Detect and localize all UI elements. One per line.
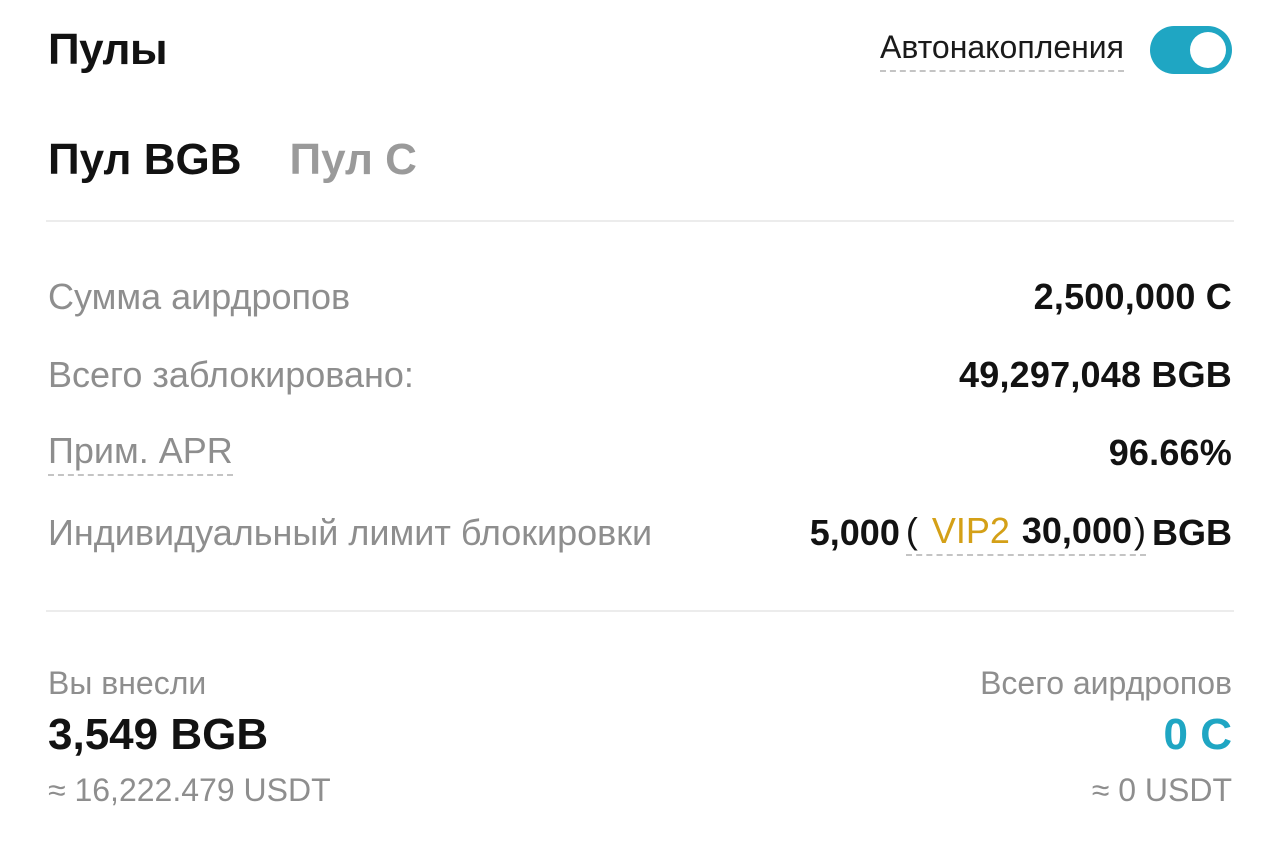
lock-limit-unit: BGB — [1152, 512, 1232, 553]
divider — [46, 610, 1234, 612]
pools-page: Пулы Автонакопления Пул BGB Пул C Сумма … — [0, 0, 1280, 845]
summary-section: Вы внесли 3,549 BGB ≈ 16,222.479 USDT Вс… — [48, 660, 1232, 816]
paren-close: ) — [1134, 510, 1146, 551]
vip-limit-tooltip-trigger[interactable]: ( VIP2 30,000 ) — [905, 510, 1146, 556]
tab-pool-c[interactable]: Пул C — [289, 132, 416, 188]
deposited-usdt: ≈ 16,222.479 USDT — [48, 772, 331, 808]
apr-value: 96.66% — [1108, 432, 1232, 473]
airdrop-sum-value: 2,500,000 C — [1033, 276, 1232, 317]
airdrops-value: 0 C — [1163, 710, 1232, 759]
lock-limit-row: Индивидуальный лимит блокировки 5,000 ( … — [48, 508, 1232, 558]
toggle-knob — [1190, 32, 1226, 68]
lock-limit-amount: 5,000 — [809, 512, 900, 553]
total-locked-label: Всего заблокировано: — [48, 354, 414, 395]
total-locked-value: 49,297,048 BGB — [959, 354, 1232, 395]
header: Пулы Автонакопления — [48, 20, 1232, 80]
airdrops-label: Всего аирдропов — [980, 665, 1232, 701]
airdrop-sum-row: Сумма аирдропов 2,500,000 C — [48, 272, 1232, 322]
paren-open: ( — [905, 510, 918, 551]
vip-limit-amount: 30,000 — [1021, 510, 1132, 551]
divider — [46, 220, 1234, 222]
tab-pool-bgb[interactable]: Пул BGB — [48, 132, 241, 188]
lock-limit-label: Индивидуальный лимит блокировки — [48, 512, 653, 553]
airdrops-usdt: ≈ 0 USDT — [1091, 772, 1232, 808]
lock-limit-value: 5,000 ( VIP2 30,000 ) BGB — [810, 510, 1232, 556]
deposited-column: Вы внесли 3,549 BGB ≈ 16,222.479 USDT — [48, 660, 331, 816]
apr-label[interactable]: Прим. APR — [48, 430, 233, 476]
deposited-label: Вы внесли — [48, 665, 207, 701]
pool-tabs: Пул BGB Пул C — [48, 132, 417, 188]
deposited-value: 3,549 BGB — [48, 710, 269, 759]
vip-level: VIP2 — [931, 510, 1010, 551]
page-title: Пулы — [48, 25, 168, 74]
auto-accumulation-toggle[interactable] — [1150, 26, 1232, 74]
auto-accumulation-control: Автонакопления — [879, 26, 1232, 74]
auto-accumulation-label[interactable]: Автонакопления — [879, 28, 1124, 72]
apr-row: Прим. APR 96.66% — [48, 428, 1232, 478]
airdrops-column: Всего аирдропов 0 C ≈ 0 USDT — [980, 660, 1232, 816]
total-locked-row: Всего заблокировано: 49,297,048 BGB — [48, 350, 1232, 400]
airdrop-sum-label: Сумма аирдропов — [48, 276, 351, 317]
